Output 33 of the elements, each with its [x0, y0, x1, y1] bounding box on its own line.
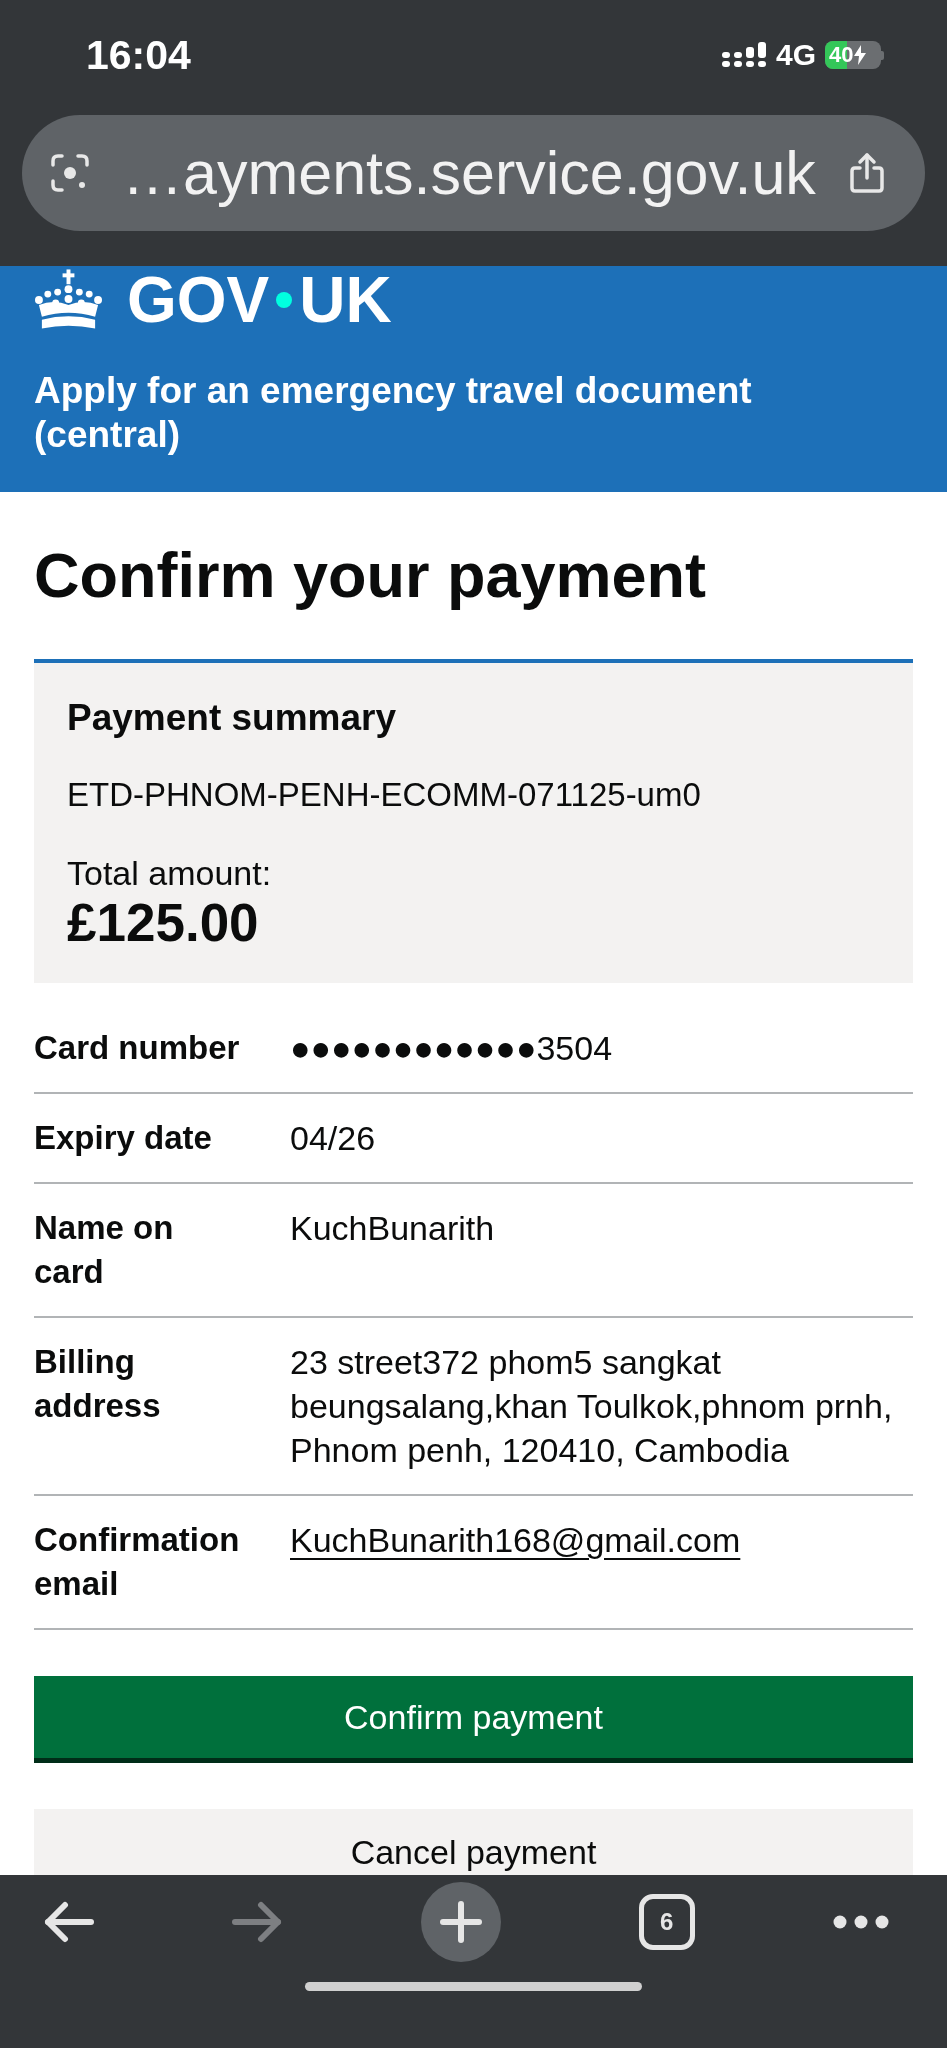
summary-title: Payment summary	[67, 696, 398, 740]
email-link[interactable]: KuchBunarith168@gmail.com	[290, 1521, 741, 1559]
scan-icon[interactable]	[50, 153, 90, 193]
more-icon	[833, 1915, 889, 1929]
share-icon[interactable]	[849, 152, 885, 194]
logo-text[interactable]: UK	[299, 268, 392, 332]
detail-label: Billing address	[34, 1342, 162, 1426]
total-amount: £125.00	[67, 893, 260, 953]
service-name[interactable]: Apply for an emergency travel document (central)	[34, 369, 804, 457]
detail-value: 04/26	[290, 1119, 376, 1157]
status-time: 16:04	[86, 34, 191, 76]
battery-percent-text: 40	[829, 44, 854, 66]
detail-label: Expiry date	[34, 1118, 213, 1158]
total-label: Total amount:	[67, 853, 273, 893]
detail-value: KuchBunarith	[290, 1209, 495, 1247]
signal-icon	[720, 42, 767, 68]
detail-label: Card number	[34, 1028, 241, 1068]
crown-icon	[34, 269, 103, 331]
detail-value: 23 street372 phom5 sangkat beungsalang,khan Toulkok,phnom prnh, Phnom penh, 120410, Cambodia	[290, 1343, 893, 1469]
cancel-button[interactable]: Cancel payment	[34, 1809, 913, 1875]
tabs-button[interactable]: 6	[638, 1894, 695, 1950]
network-type: 4G	[775, 40, 816, 70]
detail-value: ●●●●●●●●●●●●3504	[290, 1029, 613, 1067]
detail-label: Name on card	[34, 1208, 175, 1292]
address-bar[interactable]: …ayments.service.gov.uk	[22, 115, 925, 231]
payment-reference: ETD-PHNOM-PENH-ECOMM-071125-um0	[67, 775, 702, 815]
detail-label: Confirmation email	[34, 1520, 241, 1604]
plus-icon	[439, 1901, 482, 1943]
dot-icon	[276, 292, 293, 308]
more-button[interactable]	[833, 1915, 889, 1929]
back-button[interactable]	[44, 1901, 94, 1943]
logo-text[interactable]: GOV	[127, 268, 270, 332]
page-heading: Confirm your payment	[34, 541, 708, 610]
